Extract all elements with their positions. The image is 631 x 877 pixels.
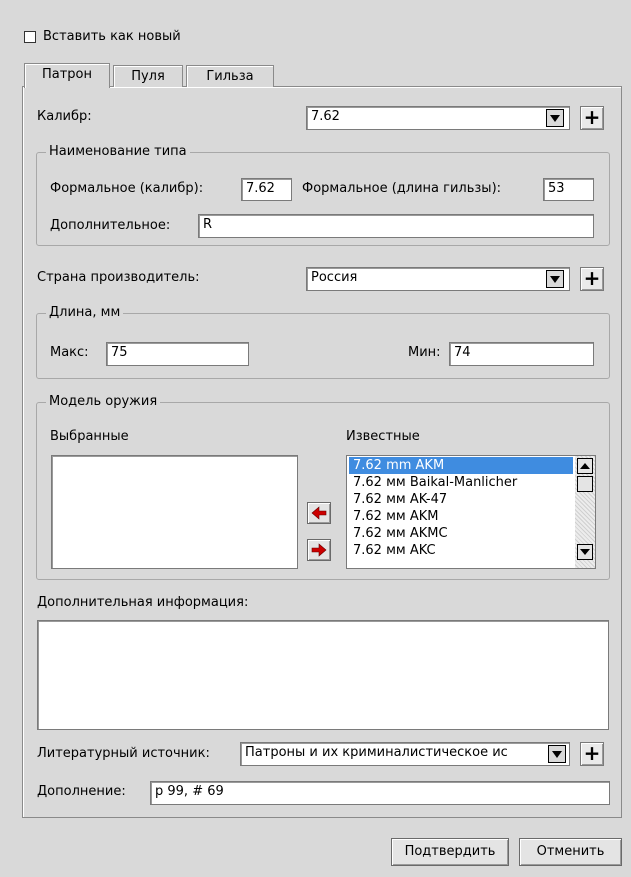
- cancel-button[interactable]: Отменить: [519, 838, 622, 866]
- literature-select[interactable]: Патроны и их криминалистическое ис: [240, 742, 570, 766]
- insert-as-new-checkbox[interactable]: [24, 31, 36, 43]
- caliber-add-button[interactable]: +: [580, 106, 604, 130]
- tab-case-label: Гильза: [206, 69, 254, 84]
- tab-case[interactable]: Гильза: [186, 65, 274, 87]
- known-list-item[interactable]: 7.62 мм AKC: [349, 542, 573, 559]
- additional-info-textarea[interactable]: [37, 620, 609, 730]
- country-select[interactable]: Россия: [306, 267, 570, 291]
- formal-length-field[interactable]: 53: [543, 178, 594, 201]
- country-value: Россия: [311, 270, 358, 285]
- country-add-button[interactable]: +: [580, 267, 604, 291]
- known-list-item[interactable]: 7.62 мм AKM: [349, 508, 573, 525]
- formal-length-label: Формальное (длина гильзы):: [302, 181, 502, 196]
- supplement-value: p 99, # 69: [155, 784, 224, 799]
- tab-cartridge-label: Патрон: [41, 67, 93, 82]
- type-name-title: Наименование типа: [46, 144, 190, 160]
- max-length-label: Макс:: [50, 345, 89, 360]
- selected-list[interactable]: [51, 455, 298, 569]
- move-right-button[interactable]: [307, 539, 331, 561]
- known-list-item[interactable]: 7.62 мм AKMC: [349, 525, 573, 542]
- tab-bullet-label: Пуля: [131, 69, 165, 84]
- min-length-value: 74: [454, 345, 471, 360]
- scroll-down-button[interactable]: [577, 544, 593, 560]
- literature-dropdown-button[interactable]: [548, 745, 566, 763]
- caliber-dropdown-button[interactable]: [546, 109, 564, 127]
- known-list-item[interactable]: 7.62 mm AKM: [349, 457, 573, 474]
- known-list[interactable]: 7.62 mm AKM 7.62 мм Baikal-Manlicher 7.6…: [346, 455, 596, 569]
- literature-label: Литературный источник:: [37, 746, 210, 761]
- length-title: Длина, мм: [46, 305, 124, 321]
- supplement-label: Дополнение:: [37, 784, 126, 799]
- move-left-button[interactable]: [307, 502, 331, 524]
- formal-caliber-label: Формальное (калибр):: [50, 181, 204, 196]
- known-list-item[interactable]: 7.62 мм AK-47: [349, 491, 573, 508]
- supplement-field[interactable]: p 99, # 69: [150, 781, 610, 805]
- scroll-up-button[interactable]: [577, 458, 593, 474]
- cancel-label: Отменить: [536, 844, 605, 859]
- known-list-scrollbar[interactable]: [575, 456, 595, 568]
- formal-caliber-value: 7.62: [246, 181, 275, 196]
- min-length-label: Мин:: [408, 345, 441, 360]
- max-length-value: 75: [111, 345, 128, 360]
- tab-bullet[interactable]: Пуля: [113, 65, 183, 87]
- confirm-label: Подтвердить: [404, 844, 496, 859]
- scroll-thumb[interactable]: [577, 476, 593, 492]
- insert-as-new-label: Вставить как новый: [43, 29, 181, 44]
- arrow-left-icon: [311, 506, 327, 520]
- additional-info-label: Дополнительная информация:: [37, 595, 249, 610]
- additional-label: Дополнительное:: [50, 218, 171, 233]
- caliber-value: 7.62: [311, 109, 340, 124]
- known-list-item[interactable]: 7.62 мм Baikal-Manlicher: [349, 474, 573, 491]
- min-length-field[interactable]: 74: [449, 342, 594, 366]
- arrow-right-icon: [311, 543, 327, 557]
- formal-caliber-field[interactable]: 7.62: [241, 178, 292, 201]
- additional-field[interactable]: R: [198, 214, 594, 238]
- selected-label: Выбранные: [50, 429, 129, 444]
- known-label: Известные: [346, 429, 420, 444]
- confirm-button[interactable]: Подтвердить: [391, 838, 509, 866]
- literature-value: Патроны и их криминалистическое ис: [245, 745, 508, 760]
- caliber-select[interactable]: 7.62: [306, 106, 570, 130]
- weapon-model-title: Модель оружия: [46, 394, 161, 410]
- literature-add-button[interactable]: +: [580, 742, 604, 766]
- country-dropdown-button[interactable]: [546, 270, 564, 288]
- formal-length-value: 53: [548, 181, 565, 196]
- tab-cartridge[interactable]: Патрон: [24, 63, 110, 88]
- country-label: Страна производитель:: [37, 270, 200, 285]
- caliber-label: Калибр:: [37, 109, 92, 124]
- additional-value: R: [203, 217, 213, 232]
- max-length-field[interactable]: 75: [106, 342, 249, 366]
